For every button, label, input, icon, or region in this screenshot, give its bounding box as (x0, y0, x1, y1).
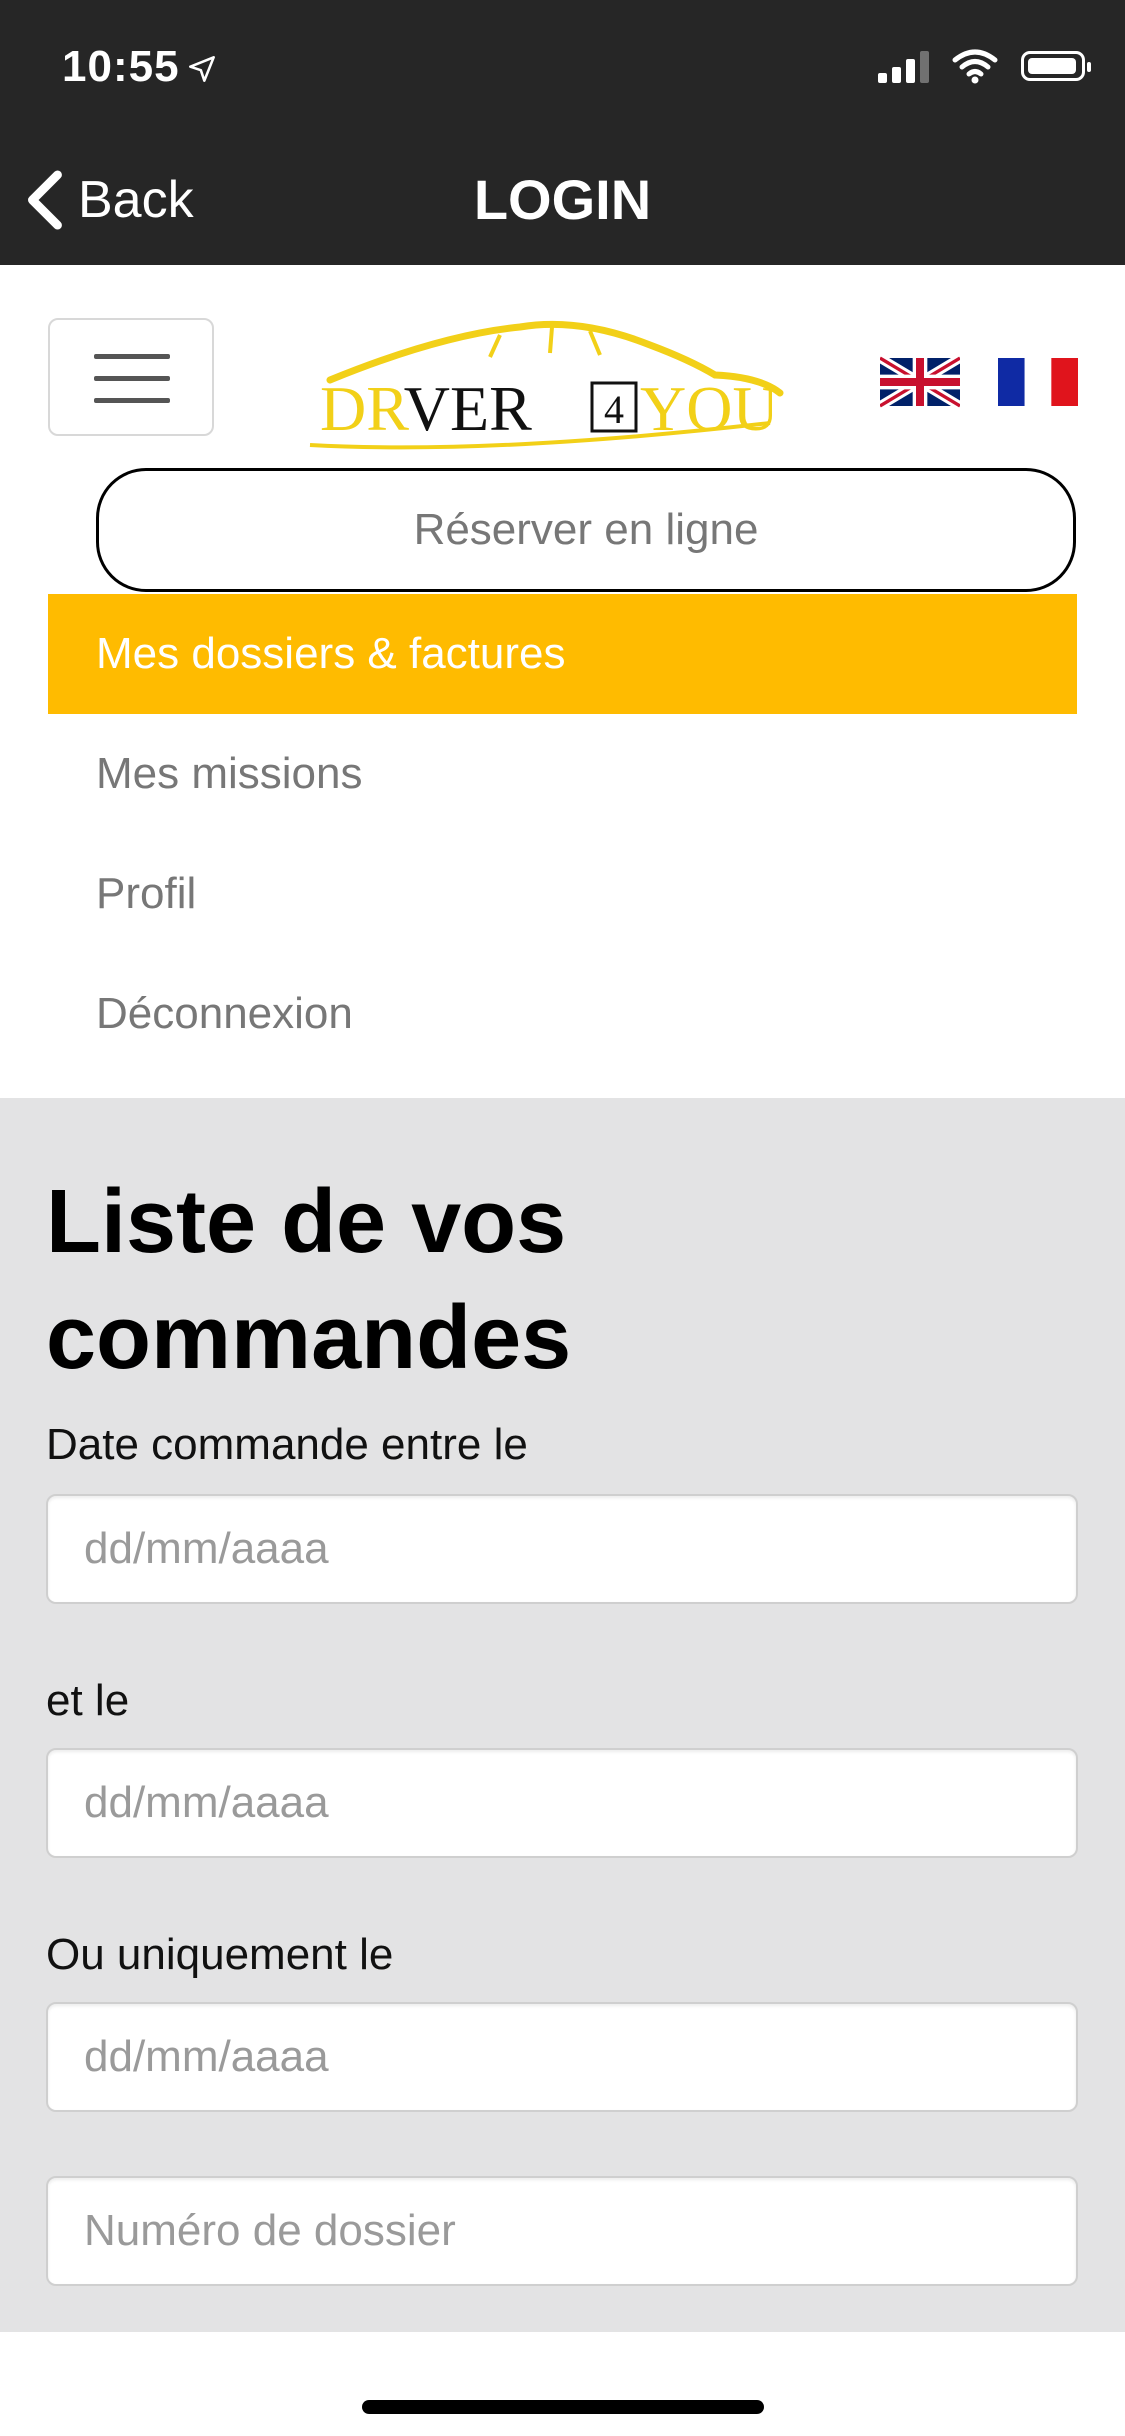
hamburger-bar (94, 376, 170, 381)
menu-item-deconnexion[interactable]: Déconnexion (48, 954, 1077, 1074)
menu-item-profil[interactable]: Profil (48, 834, 1077, 954)
date-only-input[interactable] (46, 2002, 1078, 2112)
reserve-online-button[interactable]: Réserver en ligne (96, 468, 1076, 592)
status-time: 10:55 (62, 42, 216, 92)
nav-title: LOGIN (473, 168, 652, 231)
date-end-label: et le (46, 1676, 130, 1725)
hamburger-menu-button[interactable] (48, 318, 214, 436)
logo-text-4: 4 (604, 387, 624, 432)
cellular-signal-icon (878, 49, 929, 83)
status-time-text: 10:55 (62, 42, 180, 91)
france-flag-icon[interactable] (998, 352, 1078, 412)
home-indicator-area (0, 2332, 1125, 2436)
location-arrow-icon (188, 56, 215, 83)
battery-icon (1021, 51, 1091, 81)
page-title: Liste de vos commandes (46, 1172, 572, 1388)
svg-text:DRVER: DRVER (320, 373, 532, 444)
orders-section: Liste de vos commandes Date commande ent… (0, 1098, 1125, 2332)
logo-text-dr: DR (320, 373, 409, 444)
logo-text-ver: VER (404, 373, 532, 444)
home-indicator[interactable] (362, 2400, 764, 2414)
date-between-label: Date commande entre le (46, 1420, 528, 1469)
logo-text-you: YOU (640, 373, 779, 444)
status-icons (878, 48, 1091, 84)
hamburger-icon (94, 354, 170, 359)
menu-item-missions[interactable]: Mes missions (48, 714, 1077, 834)
dossier-number-input[interactable] (46, 2176, 1078, 2286)
date-only-label: Ou uniquement le (46, 1930, 394, 1979)
date-start-input[interactable] (46, 1494, 1078, 1604)
hamburger-bar (94, 398, 170, 403)
driver4you-logo[interactable]: DRVER 4 YOU (290, 305, 810, 455)
top-bar: 10:55 Back LOGIN (0, 0, 1125, 265)
date-end-input[interactable] (46, 1748, 1078, 1858)
menu-item-dossiers-factures[interactable]: Mes dossiers & factures (48, 594, 1077, 714)
wifi-icon (952, 49, 998, 84)
uk-flag-icon[interactable] (880, 352, 960, 412)
